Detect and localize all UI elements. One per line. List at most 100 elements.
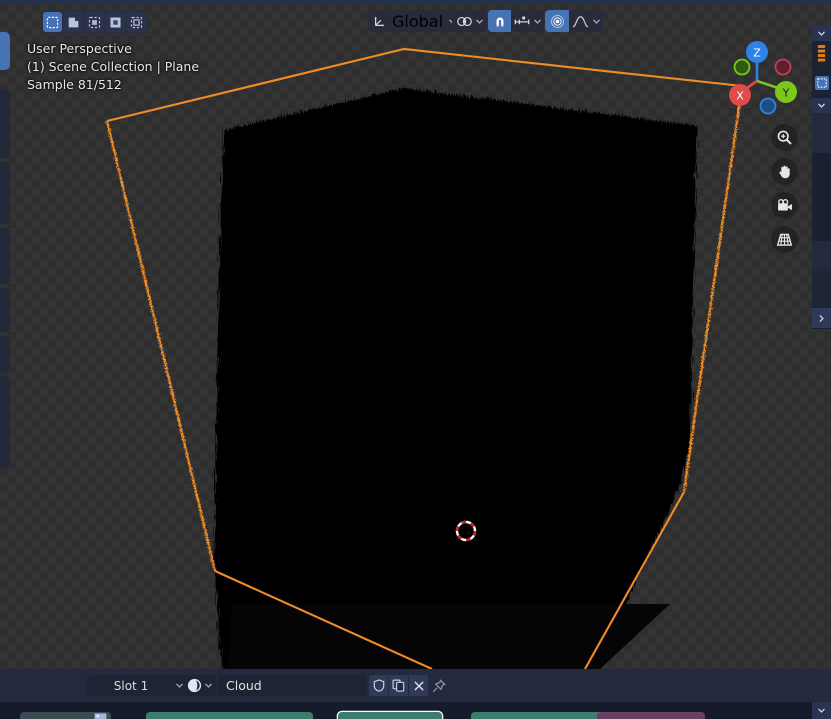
proportional-editing-toggle[interactable] (545, 10, 569, 32)
transform-orientation-dropdown[interactable]: Global (368, 10, 462, 32)
panel-section-2-body-c (812, 241, 831, 271)
select-extend-icon (68, 17, 79, 27)
select-intersect-icon (130, 16, 143, 28)
pan-view-button[interactable] (771, 158, 798, 185)
panel-section-1-body (812, 41, 831, 69)
left-tab-4[interactable] (0, 228, 10, 284)
chevron-down-icon (592, 19, 600, 24)
chevron-down-icon (818, 708, 825, 713)
select-set-button[interactable] (43, 12, 62, 32)
material-slot-dropdown[interactable]: Slot 1 (87, 675, 189, 696)
fake-user-shield-icon (373, 679, 384, 692)
grid-perspective-icon (776, 233, 793, 246)
panel-section-1[interactable] (812, 26, 831, 98)
chevron-right-icon (819, 314, 824, 322)
fake-user-button[interactable] (369, 675, 389, 696)
select-intersect-button[interactable] (127, 12, 146, 32)
zoom-icon (777, 130, 792, 145)
gizmo-label-z: Z (753, 47, 761, 60)
pivot-point-dropdown[interactable] (452, 10, 487, 32)
snap-increment-icon (514, 16, 529, 25)
left-tab-6[interactable] (0, 336, 10, 372)
camera-icon (777, 198, 792, 210)
chevron-down-icon (204, 683, 212, 688)
magnet-icon (496, 17, 503, 27)
unlink-x-icon (414, 681, 423, 690)
panel-section-3[interactable] (812, 308, 831, 329)
panel-section-2[interactable] (812, 98, 831, 308)
select-extend-button[interactable] (64, 12, 83, 32)
viewport-header: Global (0, 4, 831, 34)
node-header-3[interactable] (338, 712, 442, 719)
snap-toggle-button[interactable] (488, 10, 511, 32)
proportional-falloff-dropdown[interactable] (569, 10, 603, 32)
smooth-falloff-icon (572, 15, 588, 27)
orientation-icon (374, 16, 385, 27)
node-editor-side-panel-tab[interactable] (812, 702, 831, 719)
pin-material-button[interactable] (428, 675, 450, 696)
left-tab-2[interactable] (0, 90, 10, 158)
node-header-1[interactable] (20, 712, 111, 719)
3d-cursor[interactable] (452, 517, 480, 545)
gizmo-label-x: X (736, 90, 744, 103)
panel-section-2-body-a (812, 113, 831, 153)
select-invert-icon (110, 16, 121, 28)
transform-orientation-label: Global (392, 11, 444, 31)
pin-icon (432, 678, 446, 692)
left-tab-5[interactable] (0, 288, 10, 332)
material-slot-label: Slot 1 (113, 678, 149, 693)
3d-viewport[interactable]: Z Y X User Perspective (1) Scene Collect… (0, 4, 831, 669)
gizmo-label-y: Y (782, 87, 790, 100)
select-invert-button[interactable] (106, 12, 125, 32)
chevron-down-icon (533, 19, 541, 24)
orange-values-icon (817, 45, 826, 62)
left-tab-7[interactable] (0, 376, 10, 468)
viewport-side-panel[interactable] (812, 26, 831, 329)
gizmo-axis-x-negative (774, 58, 792, 76)
material-id-block: Cloud (183, 675, 450, 696)
shader-node-editor[interactable] (0, 702, 831, 719)
gizmo-axis-y-negative (733, 58, 751, 76)
viewport-info-overlay: User Perspective (1) Scene Collection | … (27, 40, 199, 94)
node-image-icon (94, 713, 107, 719)
node-header-2[interactable] (146, 712, 313, 719)
chevron-down-icon (818, 103, 825, 108)
pivot-icon (457, 16, 472, 26)
panel-section-2-body-b (812, 153, 831, 241)
material-browse-dropdown[interactable] (183, 675, 216, 696)
select-subtract-icon (88, 16, 101, 28)
select-subtract-button[interactable] (85, 12, 104, 32)
panel-section-2-body-d (812, 271, 831, 307)
viewport-collection-label: (1) Scene Collection | Plane (27, 59, 200, 74)
material-name-field[interactable]: Cloud (218, 675, 367, 696)
select-mode-group (41, 10, 148, 34)
blender-window: Z Y X User Perspective (1) Scene Collect… (0, 0, 831, 719)
snap-to-dropdown[interactable] (511, 10, 544, 32)
rendered-plane (105, 47, 744, 669)
navigation-gizmo[interactable]: Z Y X (712, 34, 804, 126)
left-tab-1[interactable] (0, 32, 10, 70)
panel-section-2-header[interactable] (812, 98, 831, 113)
select-box-icon (816, 78, 827, 88)
viewport-sample-label: Sample 81/512 (27, 77, 122, 92)
new-material-button[interactable] (389, 675, 409, 696)
panel-section-3-header[interactable] (812, 308, 831, 328)
left-tab-3[interactable] (0, 162, 10, 224)
proportional-icon (550, 14, 564, 28)
unlink-material-button[interactable] (409, 675, 428, 696)
camera-view-button[interactable] (771, 192, 798, 219)
node-header-5[interactable] (597, 712, 705, 719)
gizmo-axis-z-negative (759, 97, 777, 115)
viewport-nav-buttons (771, 124, 798, 253)
chevron-down-icon (476, 19, 483, 24)
material-sphere-icon (187, 678, 201, 693)
proportional-editing-group (545, 10, 603, 32)
panel-section-1-tool[interactable] (812, 69, 831, 97)
hand-icon (779, 165, 790, 179)
new-material-copy-icon (392, 679, 405, 692)
select-set-icon (46, 16, 59, 28)
viewport-perspective-label: User Perspective (27, 41, 132, 56)
toggle-perspective-button[interactable] (771, 226, 798, 253)
snapping-group (488, 10, 544, 32)
zoom-button[interactable] (771, 124, 798, 151)
